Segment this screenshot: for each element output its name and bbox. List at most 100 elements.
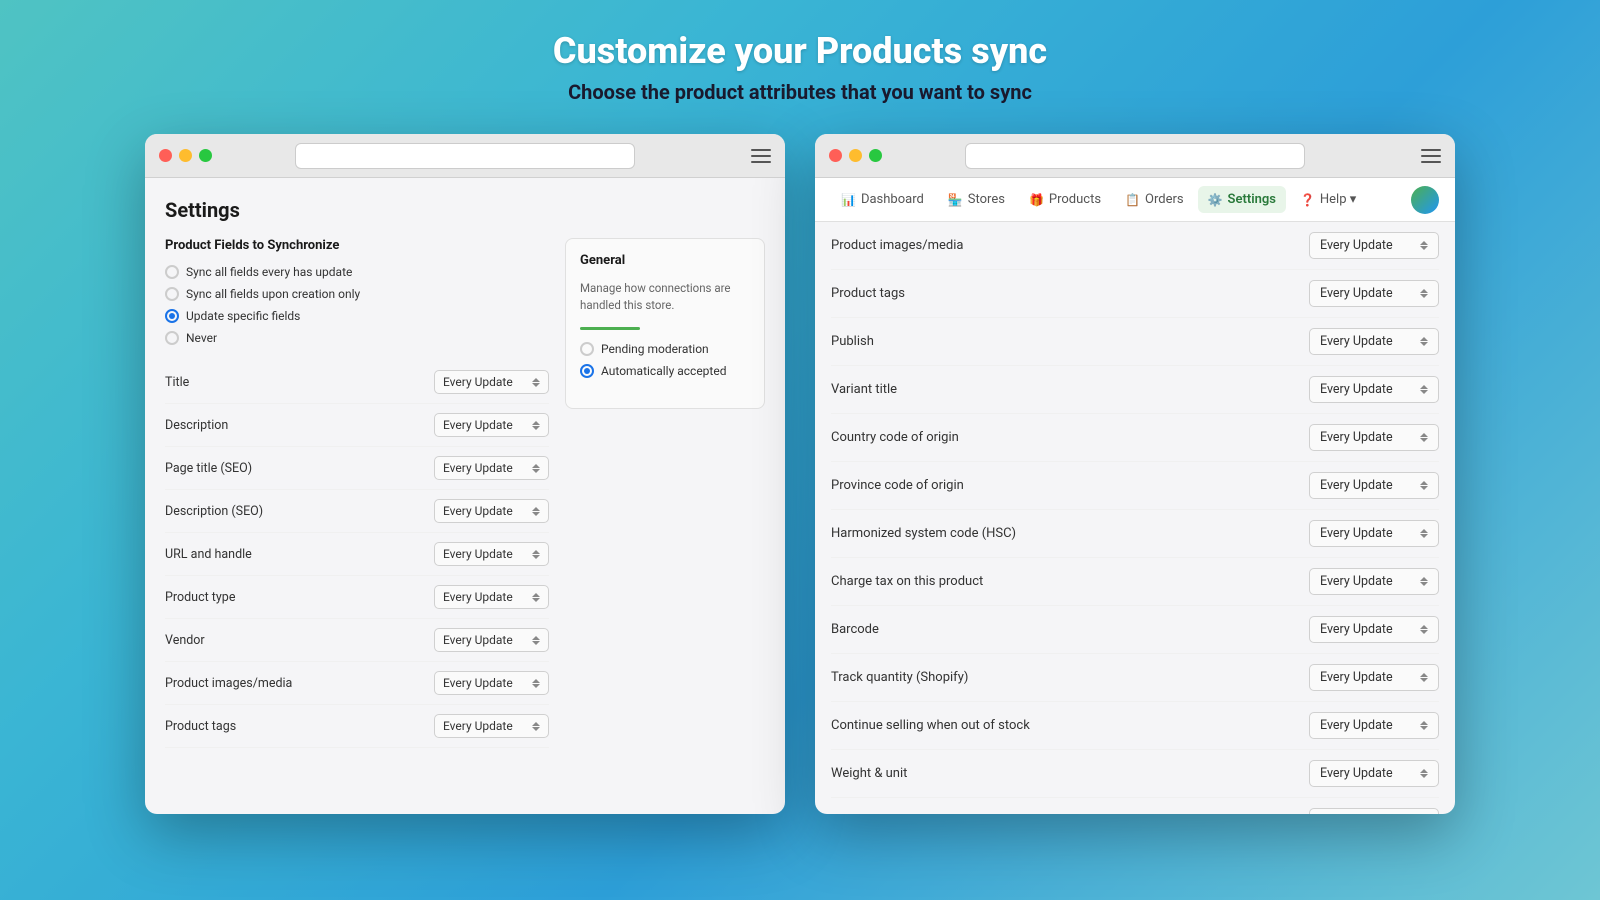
right-field-select-12[interactable]: Every Update (1309, 808, 1439, 814)
general-radio-1[interactable]: Automatically accepted (580, 364, 750, 378)
left-field-select-4[interactable]: Every Update (434, 542, 549, 566)
select-arrows-5 (532, 593, 540, 602)
nav-dashboard[interactable]: 📊 Dashboard (831, 186, 934, 213)
select-arrows-0 (532, 378, 540, 387)
right-address-bar[interactable] (965, 143, 1305, 169)
right-field-row-9: Track quantity (Shopify)Every Update (831, 654, 1439, 702)
right-field-row-1: Product tagsEvery Update (831, 270, 1439, 318)
right-field-select-5[interactable]: Every Update (1309, 472, 1439, 499)
radio-circle-2 (165, 309, 179, 323)
left-field-row-1: DescriptionEvery Update (165, 404, 549, 447)
right-window: 📊 Dashboard 🏪 Stores 🎁 Products 📋 Orders… (815, 134, 1455, 814)
nav-orders[interactable]: 📋 Orders (1115, 186, 1194, 213)
subtitle: Choose the product attributes that you w… (553, 80, 1047, 104)
right-field-select-3[interactable]: Every Update (1309, 376, 1439, 403)
right-field-row-11: Weight & unitEvery Update (831, 750, 1439, 798)
address-bar[interactable] (295, 143, 635, 169)
right-field-value-4: Every Update (1320, 430, 1393, 445)
right-field-select-8[interactable]: Every Update (1309, 616, 1439, 643)
general-radio-circle-1 (580, 364, 594, 378)
nav-dashboard-label: Dashboard (861, 192, 924, 207)
right-field-label-5: Province code of origin (831, 478, 964, 493)
radio-item-3[interactable]: Never (165, 331, 549, 345)
divider (580, 327, 640, 330)
right-close-button[interactable] (829, 149, 842, 162)
general-panel: General Manage how connections are handl… (565, 238, 765, 748)
left-field-row-3: Description (SEO)Every Update (165, 490, 549, 533)
right-field-label-0: Product images/media (831, 238, 963, 253)
right-field-row-8: BarcodeEvery Update (831, 606, 1439, 654)
orders-icon: 📋 (1125, 193, 1140, 207)
right-field-value-9: Every Update (1320, 670, 1393, 685)
right-maximize-button[interactable] (869, 149, 882, 162)
left-field-select-8[interactable]: Every Update (434, 714, 549, 738)
right-field-label-3: Variant title (831, 382, 897, 397)
right-menu-icon[interactable] (1421, 149, 1441, 163)
right-window-controls (829, 149, 882, 162)
left-field-select-3[interactable]: Every Update (434, 499, 549, 523)
radio-item-2[interactable]: Update specific fields (165, 309, 549, 323)
left-field-select-7[interactable]: Every Update (434, 671, 549, 695)
left-field-select-1[interactable]: Every Update (434, 413, 549, 437)
right-field-select-6[interactable]: Every Update (1309, 520, 1439, 547)
general-section: General Manage how connections are handl… (565, 238, 765, 409)
left-field-select-2[interactable]: Every Update (434, 456, 549, 480)
nav-settings[interactable]: ⚙️ Settings (1198, 186, 1286, 213)
right-select-arrows-10 (1420, 721, 1428, 730)
general-desc: Manage how connections are handled this … (580, 280, 750, 315)
right-field-select-11[interactable]: Every Update (1309, 760, 1439, 787)
radio-item-0[interactable]: Sync all fields every has update (165, 265, 549, 279)
dashboard-icon: 📊 (841, 193, 856, 207)
left-field-label-6: Vendor (165, 633, 205, 648)
left-window: Settings Product Fields to Synchronize S… (145, 134, 785, 814)
left-field-value-2: Every Update (443, 461, 513, 475)
settings-icon: ⚙️ (1208, 193, 1223, 207)
left-field-select-5[interactable]: Every Update (434, 585, 549, 609)
right-field-label-4: Country code of origin (831, 430, 959, 445)
right-field-select-1[interactable]: Every Update (1309, 280, 1439, 307)
right-field-select-0[interactable]: Every Update (1309, 232, 1439, 259)
radio-item-1[interactable]: Sync all fields upon creation only (165, 287, 549, 301)
left-field-value-8: Every Update (443, 719, 513, 733)
radio-label-1: Sync all fields upon creation only (186, 287, 360, 301)
left-field-row-4: URL and handleEvery Update (165, 533, 549, 576)
right-fields-container: Product images/mediaEvery UpdateProduct … (831, 222, 1439, 814)
left-field-row-6: Vendor Every Update (165, 619, 549, 662)
nav-stores[interactable]: 🏪 Stores (938, 186, 1015, 213)
general-radio-circle-0 (580, 342, 594, 356)
nav-products[interactable]: 🎁 Products (1019, 186, 1111, 213)
right-select-arrows-8 (1420, 625, 1428, 634)
right-field-select-9[interactable]: Every Update (1309, 664, 1439, 691)
left-field-value-5: Every Update (443, 590, 513, 604)
maximize-button[interactable] (199, 149, 212, 162)
minimize-button[interactable] (179, 149, 192, 162)
general-radio-label-0: Pending moderation (601, 342, 709, 356)
select-arrows-4 (532, 550, 540, 559)
right-field-select-7[interactable]: Every Update (1309, 568, 1439, 595)
radio-group: Sync all fields every has update Sync al… (165, 265, 549, 345)
right-field-select-10[interactable]: Every Update (1309, 712, 1439, 739)
left-field-select-6[interactable]: Every Update (434, 628, 549, 652)
right-field-select-4[interactable]: Every Update (1309, 424, 1439, 451)
nav-bar: 📊 Dashboard 🏪 Stores 🎁 Products 📋 Orders… (815, 178, 1455, 222)
radio-circle-3 (165, 331, 179, 345)
fields-panel: Product Fields to Synchronize Sync all f… (165, 238, 549, 748)
nav-help-label: Help ▾ (1320, 192, 1356, 207)
left-field-select-0[interactable]: Every Update (434, 370, 549, 394)
nav-help[interactable]: ❓ Help ▾ (1290, 186, 1366, 213)
help-icon: ❓ (1300, 193, 1315, 207)
nav-orders-label: Orders (1145, 192, 1184, 207)
right-field-row-12: Fulfillment ServiceEvery Update (831, 798, 1439, 814)
general-radio-0[interactable]: Pending moderation (580, 342, 750, 356)
left-field-row-0: TitleEvery Update (165, 361, 549, 404)
left-titlebar (145, 134, 785, 178)
right-minimize-button[interactable] (849, 149, 862, 162)
left-field-value-3: Every Update (443, 504, 513, 518)
select-arrows-7 (532, 679, 540, 688)
left-field-row-5: Product typeEvery Update (165, 576, 549, 619)
close-button[interactable] (159, 149, 172, 162)
menu-icon[interactable] (751, 149, 771, 163)
radio-label-3: Never (186, 331, 217, 345)
right-field-select-2[interactable]: Every Update (1309, 328, 1439, 355)
right-field-value-5: Every Update (1320, 478, 1393, 493)
